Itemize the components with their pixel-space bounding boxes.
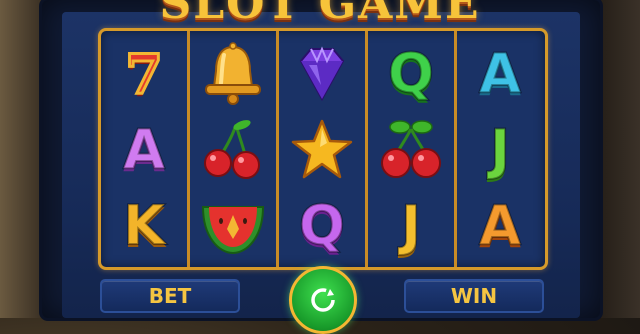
reel-2-symbol-3 [190,187,276,265]
reel-4: Q J [368,31,457,267]
reel-4-symbol-1: Q [368,35,454,113]
star-icon [291,119,353,179]
reel-1-symbol-2: A [101,111,187,189]
reel-1-symbol-3: K [101,187,187,265]
reel-2-symbol-1 [190,35,276,113]
reel-3: Q [279,31,368,267]
spin-button[interactable] [289,266,357,334]
seven-symbol: 7 [124,42,165,106]
win-button[interactable]: WIN [404,279,544,313]
reel-2-symbol-2 [190,111,276,189]
reel-3-symbol-1 [279,35,365,113]
reel-4-symbol-2 [368,111,454,189]
letter-a-symbol: A [122,118,166,181]
reel-3-symbol-3: Q [279,187,365,265]
reel-2 [190,31,279,267]
letter-a-symbol: A [478,194,522,257]
reel-1-symbol-1: 7 [101,35,187,113]
watermelon-icon [201,206,265,255]
spin-icon [311,288,335,312]
diamond-icon [299,46,345,102]
reel-grid: 7 A K Q Q J A J A [98,28,548,270]
game-title: SLOT GAME [159,0,481,29]
bell-icon [205,42,261,105]
reel-5-symbol-2: J [457,111,543,189]
letter-q-symbol: Q [387,42,435,105]
reel-5-symbol-1: A [457,35,543,113]
cherry-icon [381,120,441,178]
letter-j-symbol: J [489,118,511,181]
bet-button[interactable]: BET [100,279,240,313]
letter-q-symbol: Q [298,194,346,257]
reel-4-symbol-3: J [368,187,454,265]
reel-5-symbol-3: A [457,187,543,265]
reel-1: 7 A K [101,31,190,267]
letter-a-symbol: A [478,42,522,105]
letter-j-symbol: J [400,194,422,257]
letter-k-symbol: K [122,194,166,257]
reel-3-symbol-2 [279,111,365,189]
reel-5: A J A [457,31,543,267]
cherry-icon [204,120,260,179]
